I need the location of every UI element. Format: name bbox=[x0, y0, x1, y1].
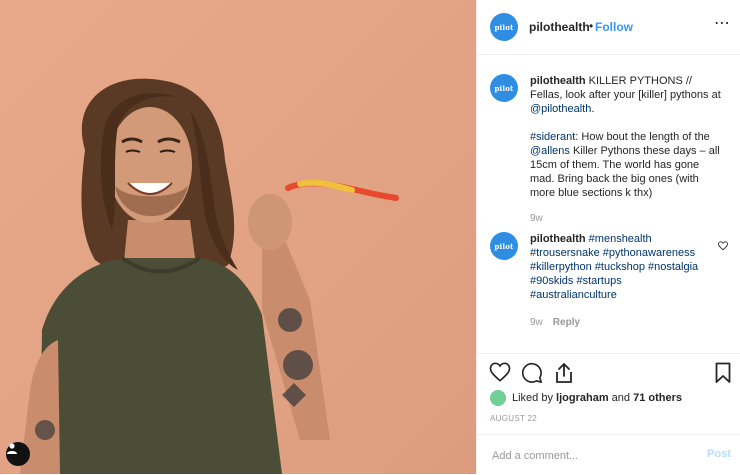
likes-middle: and bbox=[608, 392, 634, 404]
liker-avatar[interactable] bbox=[490, 390, 506, 406]
comment-username[interactable]: pilothealth bbox=[530, 233, 586, 245]
instagram-post: pilot pilothealth • Follow ⋯ pilot pilot… bbox=[0, 0, 740, 474]
person-icon bbox=[7, 443, 17, 454]
comment-meta: 9w Reply bbox=[530, 317, 580, 328]
caption-hashtag[interactable]: #siderant bbox=[530, 131, 575, 143]
likes-prefix: Liked by bbox=[512, 392, 557, 404]
add-comment-input[interactable] bbox=[490, 445, 694, 467]
post-photo[interactable] bbox=[0, 0, 476, 474]
profile-avatar[interactable]: pilot bbox=[490, 13, 518, 41]
comments-list[interactable]: pilot pilothealth KILLER PYTHONS // Fell… bbox=[477, 55, 740, 353]
post-date[interactable]: AUGUST 22 bbox=[490, 414, 537, 423]
tagged-users-button[interactable] bbox=[6, 442, 30, 466]
comment-age[interactable]: 9w bbox=[530, 317, 543, 328]
caption-mention[interactable]: @pilothealth bbox=[530, 103, 591, 115]
likes-summary: Liked by ljograham and 71 others bbox=[490, 390, 730, 408]
save-bookmark-icon[interactable] bbox=[715, 362, 731, 384]
header-separator: • bbox=[589, 19, 594, 33]
comment-text: pilothealth #menshealth #trousersnake #p… bbox=[530, 232, 706, 302]
comment-bubble-icon[interactable] bbox=[521, 362, 543, 384]
comment-avatar[interactable]: pilot bbox=[490, 232, 518, 260]
caption-text: pilothealth KILLER PYTHONS // Fellas, lo… bbox=[530, 74, 726, 200]
post-header: pilot pilothealth • Follow ⋯ bbox=[477, 0, 740, 55]
likes-text: Liked by ljograham and 71 others bbox=[512, 392, 682, 404]
like-heart-icon[interactable] bbox=[489, 362, 511, 382]
caption-text-part: . bbox=[591, 103, 595, 115]
caption-avatar[interactable]: pilot bbox=[490, 74, 518, 102]
header-username[interactable]: pilothealth bbox=[529, 20, 590, 34]
reply-button[interactable]: Reply bbox=[553, 317, 580, 328]
caption-age[interactable]: 9w bbox=[530, 213, 543, 224]
liker-username[interactable]: ljograham bbox=[556, 392, 609, 404]
post-comment-button[interactable]: Post bbox=[707, 448, 731, 460]
caption-username[interactable]: pilothealth bbox=[530, 75, 586, 87]
action-bar bbox=[477, 353, 740, 390]
comment-like-heart-icon[interactable] bbox=[718, 241, 728, 251]
more-options-icon[interactable]: ⋯ bbox=[714, 13, 731, 33]
share-icon[interactable] bbox=[554, 362, 574, 384]
follow-button[interactable]: Follow bbox=[595, 20, 633, 34]
man-with-lolly-snake-photo bbox=[20, 78, 399, 474]
caption-text-part: : How bout the length of the bbox=[575, 131, 710, 143]
caption-mention[interactable]: @allens bbox=[530, 145, 570, 157]
post-side-panel: pilot pilothealth • Follow ⋯ pilot pilot… bbox=[476, 0, 740, 474]
likes-others-link[interactable]: 71 others bbox=[633, 392, 682, 404]
add-comment-bar: Post bbox=[477, 434, 740, 475]
